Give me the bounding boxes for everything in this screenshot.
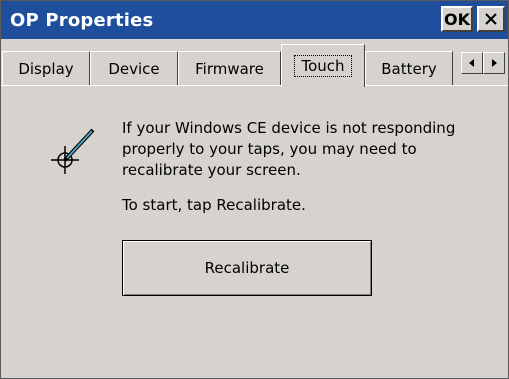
arrow-left-icon <box>469 59 474 67</box>
tab-scroll-left-button[interactable] <box>461 52 483 74</box>
touch-panel: If your Windows CE device is not respond… <box>11 86 508 378</box>
tab-firmware[interactable]: Firmware <box>178 51 281 85</box>
tab-display-label: Display <box>18 59 74 78</box>
touch-instruction: To start, tap Recalibrate. <box>122 196 306 214</box>
recalibrate-button[interactable]: Recalibrate <box>122 240 372 296</box>
tab-battery[interactable]: Battery <box>365 51 453 85</box>
tab-firmware-label: Firmware <box>195 59 264 78</box>
tab-touch[interactable]: Touch <box>281 44 365 87</box>
title-bar: OP Properties OK <box>1 1 508 39</box>
tab-device-label: Device <box>108 59 160 78</box>
arrow-right-icon <box>492 59 497 67</box>
touch-description: If your Windows CE device is not respond… <box>122 119 456 179</box>
tab-device[interactable]: Device <box>90 51 178 85</box>
properties-window: OP Properties OK Display Device Firmware… <box>0 0 509 379</box>
ok-button[interactable]: OK <box>441 6 473 32</box>
tab-touch-label: Touch <box>294 55 352 77</box>
close-icon <box>485 13 497 25</box>
tab-display[interactable]: Display <box>2 51 90 85</box>
window-title: OP Properties <box>10 10 154 31</box>
tab-scroll-right-button[interactable] <box>483 52 505 74</box>
stylus-crosshair-icon <box>51 124 101 174</box>
close-button[interactable] <box>477 6 505 32</box>
tab-battery-label: Battery <box>381 59 437 78</box>
